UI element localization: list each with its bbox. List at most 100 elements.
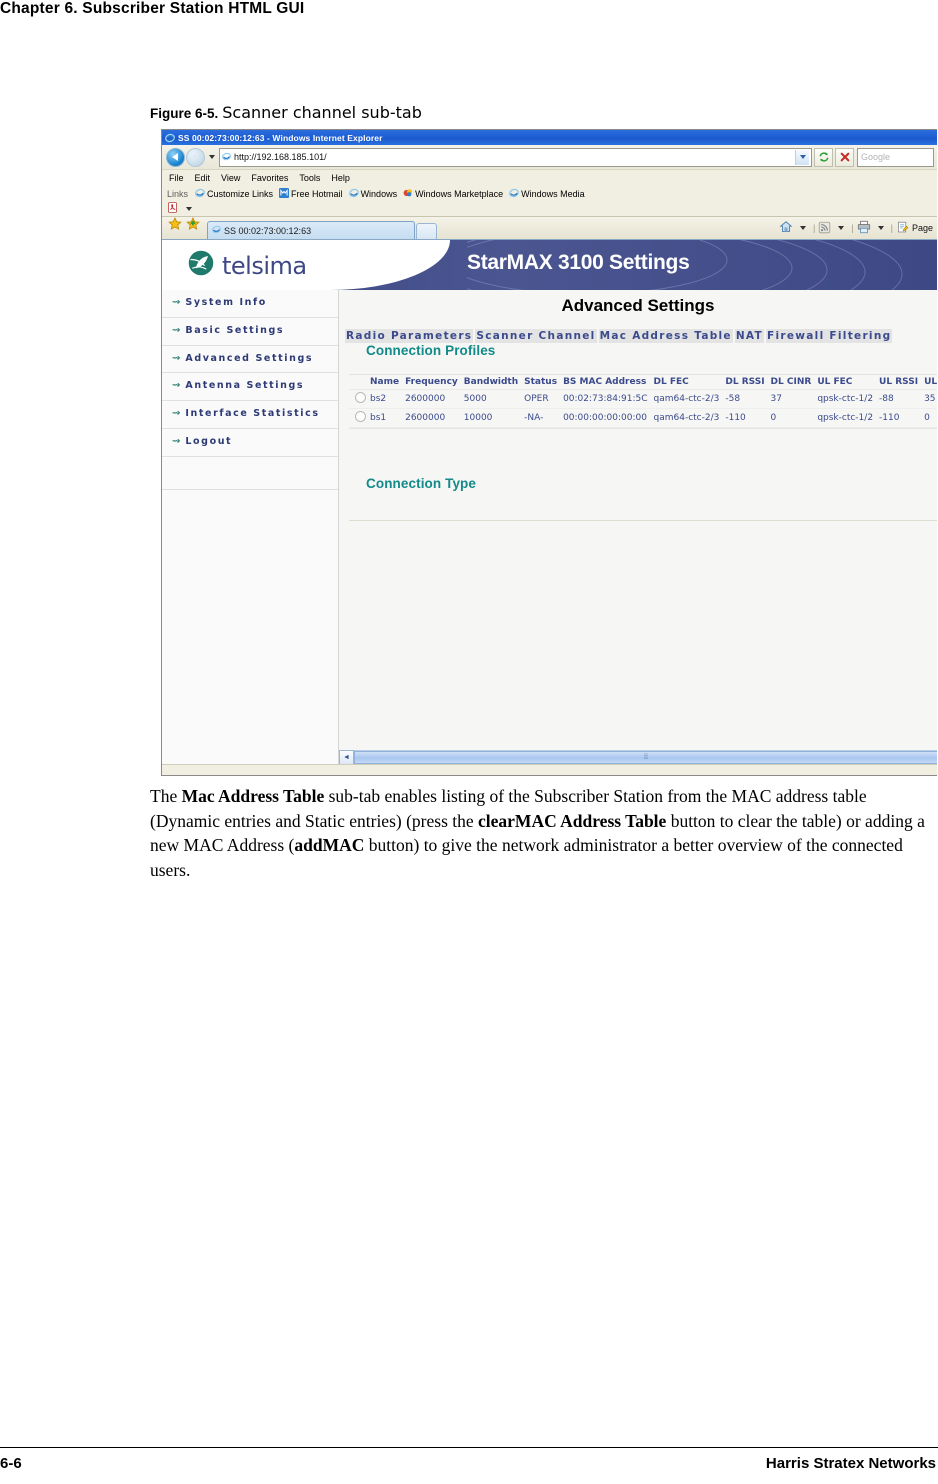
page-title: Advanced Settings bbox=[561, 296, 715, 315]
menu-item-help[interactable]: Help bbox=[331, 173, 350, 183]
feeds-chevron-down-icon[interactable] bbox=[838, 226, 845, 230]
add-to-favorites-icon[interactable] bbox=[186, 217, 200, 236]
sidebar-item-advanced-settings[interactable]: ⇝ Advanced Settings bbox=[162, 346, 338, 374]
sidebar-item-basic-settings[interactable]: ⇝ Basic Settings bbox=[162, 318, 338, 346]
favorites-center-star-icon[interactable] bbox=[168, 217, 182, 236]
sidebar-item-logout[interactable]: ⇝ Logout bbox=[162, 429, 338, 457]
recent-pages-chevron-down-icon[interactable] bbox=[209, 155, 215, 159]
cell-dl-rssi: -110 bbox=[723, 408, 769, 428]
cell-bs-mac-address: 00:00:00:00:00:00 bbox=[561, 408, 652, 428]
menu-item-favorites[interactable]: Favorites bbox=[251, 173, 288, 183]
footer-page-number: 6-6 bbox=[0, 1455, 22, 1472]
connection-profiles-table-container: Name Frequency Bandwidth Status BS MAC A… bbox=[349, 374, 937, 429]
row-select-radio[interactable] bbox=[349, 408, 368, 428]
column-header-dl-rssi: DL RSSI bbox=[723, 375, 769, 390]
arrow-bullet-icon: ⇝ bbox=[172, 380, 181, 392]
telsima-wordmark: telsima bbox=[222, 251, 307, 280]
page-viewport: telsima StarMAX 3100 Settings ⇝ System I… bbox=[162, 240, 937, 764]
column-header-status: Status bbox=[522, 375, 562, 390]
cell-dl-cinr: 37 bbox=[768, 389, 816, 409]
subtab-radio-parameters[interactable]: Radio Parameters bbox=[345, 329, 474, 343]
cell-name: bs2 bbox=[368, 389, 404, 409]
page-menu-icon[interactable] bbox=[896, 221, 909, 236]
stop-icon[interactable] bbox=[835, 147, 854, 167]
link-customize-links[interactable]: Customize Links bbox=[195, 188, 273, 200]
sidebar-item-interface-statistics[interactable]: ⇝ Interface Statistics bbox=[162, 401, 338, 430]
radio-unselected-icon[interactable] bbox=[355, 392, 366, 403]
table-row[interactable]: bs2 2600000 5000 OPER 00:02:73:84:91:5C … bbox=[349, 389, 937, 409]
column-header-dl-cinr: DL CINR bbox=[768, 375, 816, 390]
column-header-select bbox=[349, 375, 368, 390]
page-menu-label[interactable]: Page bbox=[912, 223, 933, 233]
refresh-icon[interactable] bbox=[814, 147, 833, 167]
search-input[interactable]: Google bbox=[857, 147, 934, 167]
column-header-ul-cinr: UL CINR bbox=[922, 375, 937, 390]
paragraph-bold-add-mac: addMAC bbox=[294, 835, 365, 855]
arrow-bullet-icon: ⇝ bbox=[172, 352, 181, 364]
address-url-text: http://192.168.185.101/ bbox=[234, 152, 327, 162]
figure-caption: Figure 6-5. Scanner channel sub-tab bbox=[150, 103, 422, 123]
browser-window-screenshot: SS 00:02:73:00:12:63 - Windows Internet … bbox=[161, 129, 937, 776]
scroll-left-arrow-icon[interactable]: ◄ bbox=[339, 749, 354, 764]
column-header-name: Name bbox=[368, 375, 404, 390]
figure-number: Figure 6-5. bbox=[150, 106, 219, 121]
menu-item-tools[interactable]: Tools bbox=[299, 173, 320, 183]
table-row[interactable]: bs1 2600000 10000 -NA- 00:00:00:00:00:00… bbox=[349, 408, 937, 428]
subtab-firewall-filtering[interactable]: Firewall Filtering bbox=[766, 329, 893, 343]
new-tab-button[interactable] bbox=[416, 223, 437, 239]
site-banner: telsima StarMAX 3100 Settings bbox=[162, 240, 937, 290]
scrollbar-thumb[interactable]: ⁞⁞ bbox=[354, 750, 937, 764]
row-select-radio[interactable] bbox=[349, 389, 368, 409]
subtab-scanner-channel[interactable]: Scanner Channel bbox=[475, 329, 597, 343]
marketplace-icon bbox=[403, 188, 413, 200]
sidebar-item-antenna-settings[interactable]: ⇝ Antenna Settings bbox=[162, 373, 338, 402]
browser-links-bar: Links Customize Links Free Hotmail Windo… bbox=[162, 186, 937, 202]
link-windows-marketplace[interactable]: Windows Marketplace bbox=[403, 188, 503, 200]
menu-item-file[interactable]: File bbox=[169, 173, 184, 183]
column-header-ul-rssi: UL RSSI bbox=[877, 375, 923, 390]
telsima-globe-leaf-icon bbox=[187, 249, 215, 282]
link-windows-media[interactable]: Windows Media bbox=[509, 188, 585, 200]
column-header-frequency: Frequency bbox=[403, 375, 462, 390]
browser-titlebar: SS 00:02:73:00:12:63 - Windows Internet … bbox=[162, 130, 937, 145]
address-dropdown-chevron-down-icon[interactable] bbox=[795, 149, 809, 165]
subtab-mac-address-table[interactable]: Mac Address Table bbox=[598, 329, 733, 343]
link-windows[interactable]: Windows bbox=[348, 188, 397, 200]
print-chevron-down-icon[interactable] bbox=[877, 226, 884, 230]
rss-feed-icon[interactable] bbox=[818, 221, 831, 236]
subtab-nat[interactable]: NAT bbox=[734, 329, 765, 343]
address-input[interactable]: http://192.168.185.101/ bbox=[219, 147, 812, 167]
scrollbar-track[interactable]: ⁞⁞ bbox=[354, 749, 937, 764]
radio-unselected-icon[interactable] bbox=[355, 411, 366, 422]
acrobat-toolbar-icon[interactable] bbox=[167, 200, 178, 218]
section-heading-connection-type: Connection Type bbox=[366, 476, 477, 491]
sidebar-item-label: Interface Statistics bbox=[185, 408, 320, 420]
ie-page-icon bbox=[509, 188, 520, 200]
forward-button[interactable] bbox=[186, 147, 205, 167]
sidebar-item-label: System Info bbox=[185, 297, 267, 308]
cell-ul-rssi: -110 bbox=[877, 408, 923, 428]
cell-bs-mac-address: 00:02:73:84:91:5C bbox=[561, 389, 652, 409]
paragraph-part-1: The bbox=[150, 786, 182, 806]
menu-item-view[interactable]: View bbox=[221, 173, 240, 183]
page-favicon-icon bbox=[222, 152, 231, 163]
link-label: Windows Media bbox=[521, 189, 585, 199]
telsima-logo: telsima bbox=[187, 249, 307, 282]
page-horizontal-scrollbar[interactable]: ◄ ⁞⁞ bbox=[339, 749, 937, 764]
cell-status: OPER bbox=[522, 389, 562, 409]
column-header-bs-mac-address: BS MAC Address bbox=[561, 375, 652, 390]
browser-tab-active[interactable]: SS 00:02:73:00:12:63 bbox=[207, 221, 415, 239]
acrobat-chevron-down-icon[interactable] bbox=[186, 207, 192, 211]
link-free-hotmail[interactable]: Free Hotmail bbox=[279, 188, 343, 200]
arrow-bullet-icon: ⇝ bbox=[172, 297, 181, 308]
cell-name: bs1 bbox=[368, 408, 404, 428]
link-label: Customize Links bbox=[207, 189, 274, 199]
sidebar-item-label: Basic Settings bbox=[185, 324, 285, 336]
back-button[interactable] bbox=[166, 147, 185, 167]
home-icon[interactable] bbox=[779, 220, 793, 236]
sidebar-item-system-info[interactable]: ⇝ System Info bbox=[162, 290, 338, 318]
cell-ul-cinr: 0 bbox=[922, 408, 937, 428]
menu-item-edit[interactable]: Edit bbox=[195, 173, 211, 183]
printer-icon[interactable] bbox=[857, 220, 871, 236]
home-chevron-down-icon[interactable] bbox=[799, 226, 806, 230]
